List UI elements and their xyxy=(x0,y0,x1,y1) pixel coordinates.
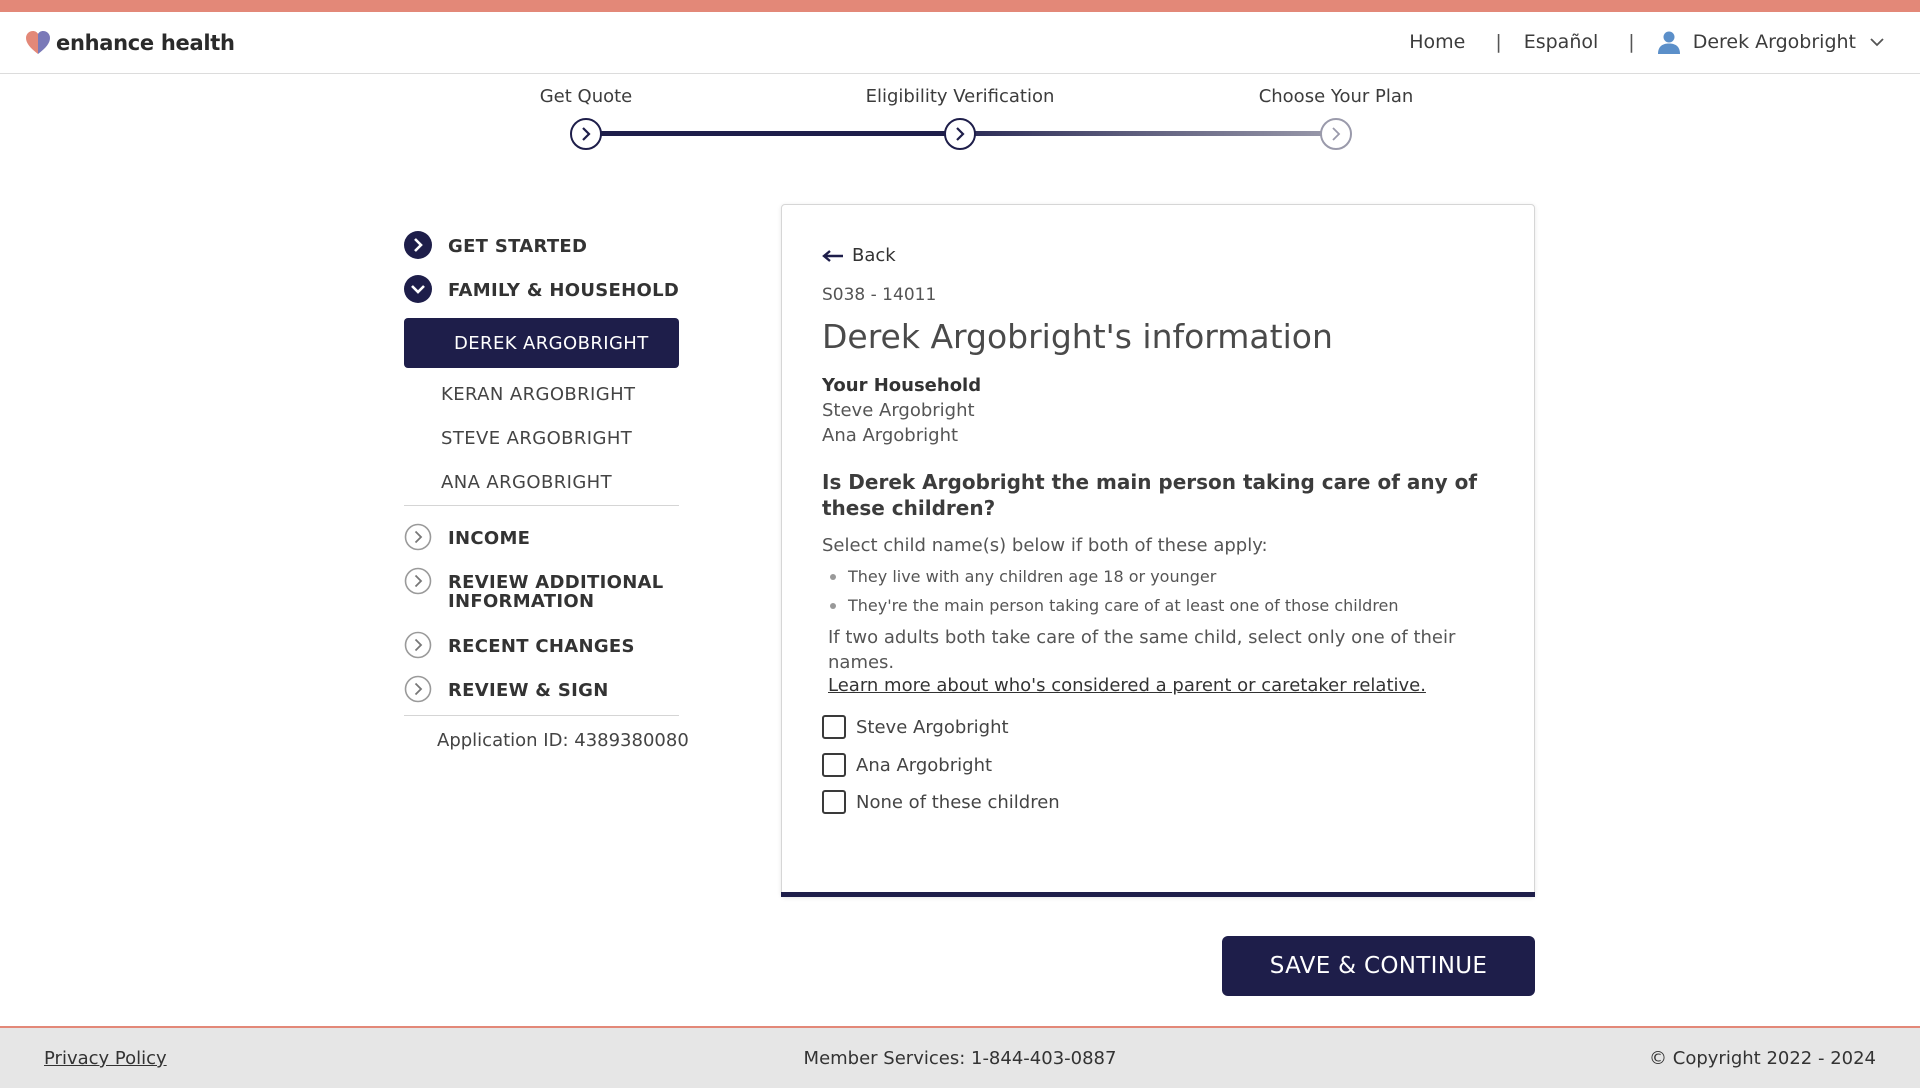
bullet-item: They live with any children age 18 or yo… xyxy=(830,567,1216,586)
household-member: Steve Argobright xyxy=(822,400,975,421)
bullet-dot xyxy=(830,573,836,580)
chevron-down-icon xyxy=(1870,38,1884,47)
save-continue-button[interactable]: SAVE & CONTINUE xyxy=(1222,936,1535,996)
chevron-right-circle-icon xyxy=(404,523,432,551)
sidebar-item-label: FAMILY & HOUSEHOLD xyxy=(448,280,680,301)
step-label-eligibility: Eligibility Verification xyxy=(865,86,1055,107)
checkbox[interactable] xyxy=(822,715,846,739)
sidebar-item-review-additional[interactable]: REVIEW ADDITIONAL INFORMATION xyxy=(404,567,679,612)
chevron-right-icon xyxy=(1332,127,1341,141)
application-id: Application ID: 4389380080 xyxy=(437,730,689,751)
chevron-down-circle-icon xyxy=(404,275,432,303)
checkbox[interactable] xyxy=(822,790,846,814)
top-nav: Home | Español | Derek Argobright xyxy=(1409,30,1884,54)
user-menu[interactable]: Derek Argobright xyxy=(1657,30,1884,54)
bullet-text: They live with any children age 18 or yo… xyxy=(848,567,1217,586)
sidebar-divider xyxy=(404,505,679,506)
chevron-right-icon xyxy=(956,127,965,141)
step-label-choose-plan: Choose Your Plan xyxy=(1258,86,1414,107)
step-eligibility[interactable] xyxy=(944,118,976,150)
privacy-policy-link[interactable]: Privacy Policy xyxy=(44,1048,167,1069)
chevron-right-circle-icon xyxy=(404,631,432,659)
chevron-right-circle-icon xyxy=(404,567,432,595)
brand-name: enhance health xyxy=(56,31,235,55)
sidebar-item-label: REVIEW ADDITIONAL INFORMATION xyxy=(448,572,664,612)
screen-code: S038 - 14011 xyxy=(822,285,937,305)
bullet-item: They're the main person taking care of a… xyxy=(830,596,1399,615)
site-header: enhance health Home | Español | Derek Ar… xyxy=(0,12,1920,74)
option-ana[interactable]: Ana Argobright xyxy=(822,753,992,777)
nav-separator: | xyxy=(1628,31,1635,53)
option-label: Ana Argobright xyxy=(856,754,993,776)
stepper-line-upcoming xyxy=(960,131,1336,136)
learn-more-link[interactable]: Learn more about who's considered a pare… xyxy=(828,675,1426,696)
heart-logo-icon xyxy=(26,31,50,54)
sidebar-item-label: INCOME xyxy=(448,528,531,549)
sidebar-divider xyxy=(404,715,679,716)
sidebar-member-steve[interactable]: STEVE ARGOBRIGHT xyxy=(441,428,632,449)
back-link[interactable]: Back xyxy=(822,245,896,266)
checkbox[interactable] xyxy=(822,753,846,777)
user-name: Derek Argobright xyxy=(1692,31,1856,53)
household-label: Your Household xyxy=(822,375,982,396)
stepper-line-complete xyxy=(586,131,960,136)
note-text: If two adults both take care of the same… xyxy=(828,627,1456,673)
sidebar-item-label: GET STARTED xyxy=(448,236,588,257)
progress-stepper: Get Quote Eligibility Verification Choos… xyxy=(0,74,1920,174)
nav-spanish-link[interactable]: Español xyxy=(1524,31,1599,53)
sidebar-item-get-started[interactable]: GET STARTED xyxy=(404,231,588,259)
bullet-text: They're the main person taking care of a… xyxy=(848,596,1399,615)
form-card: Back S038 - 14011 Derek Argobright's inf… xyxy=(781,204,1535,897)
nav-separator: | xyxy=(1495,31,1502,53)
option-label: None of these children xyxy=(856,791,1060,813)
sidebar-item-review-sign[interactable]: REVIEW & SIGN xyxy=(404,675,609,703)
chevron-right-circle-icon xyxy=(404,675,432,703)
page-title: Derek Argobright's information xyxy=(822,317,1333,356)
household-member: Ana Argobright xyxy=(822,425,959,446)
sidebar-item-recent-changes[interactable]: RECENT CHANGES xyxy=(404,631,635,659)
step-label-get-quote: Get Quote xyxy=(539,86,633,107)
question-text: Is Derek Argobright the main person taki… xyxy=(822,470,1478,520)
sidebar-item-family-household[interactable]: FAMILY & HOUSEHOLD xyxy=(404,275,680,303)
back-label: Back xyxy=(852,245,896,266)
check-circle-icon xyxy=(404,231,432,259)
sidebar-member-keran[interactable]: KERAN ARGOBRIGHT xyxy=(441,384,635,405)
sidebar-item-label: RECENT CHANGES xyxy=(448,636,635,657)
card-bottom-border xyxy=(781,892,1535,897)
nav-home-link[interactable]: Home xyxy=(1409,31,1465,53)
option-label: Steve Argobright xyxy=(856,716,1009,738)
step-get-quote[interactable] xyxy=(570,118,602,150)
step-choose-plan[interactable] xyxy=(1320,118,1352,150)
sidebar-member-derek[interactable]: DEREK ARGOBRIGHT xyxy=(404,318,679,368)
arrow-left-icon xyxy=(822,249,843,262)
copyright: © Copyright 2022 - 2024 xyxy=(1649,1048,1876,1069)
option-none[interactable]: None of these children xyxy=(822,790,1060,814)
chevron-right-icon xyxy=(582,127,591,141)
site-footer: Privacy Policy Member Services: 1-844-40… xyxy=(0,1026,1920,1088)
sidebar-item-label: REVIEW & SIGN xyxy=(448,680,609,701)
sidebar-member-ana[interactable]: ANA ARGOBRIGHT xyxy=(441,472,612,493)
instruction-text: Select child name(s) below if both of th… xyxy=(822,535,1268,556)
bullet-dot xyxy=(830,602,836,609)
user-avatar-icon xyxy=(1657,31,1680,54)
top-accent-bar xyxy=(0,0,1920,12)
brand-logo[interactable]: enhance health xyxy=(24,28,235,58)
sidebar-item-income[interactable]: INCOME xyxy=(404,523,531,551)
option-steve[interactable]: Steve Argobright xyxy=(822,715,1009,739)
member-services-phone: Member Services: 1-844-403-0887 xyxy=(803,1048,1117,1069)
